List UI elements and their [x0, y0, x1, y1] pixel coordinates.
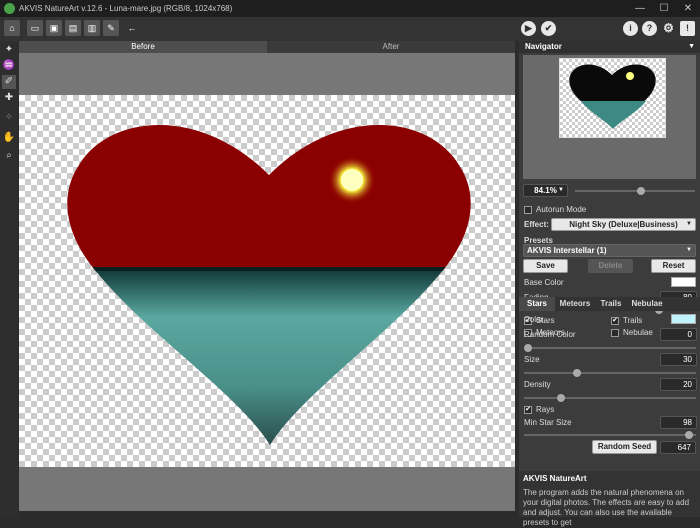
- random-color-label: Random Color: [524, 330, 576, 339]
- rays-label: Rays: [536, 405, 555, 414]
- image-canvas[interactable]: [19, 95, 515, 467]
- tab-meteors[interactable]: Meteors: [555, 297, 595, 311]
- minimize-button[interactable]: —: [628, 0, 652, 17]
- print-icon[interactable]: ▥: [84, 20, 100, 36]
- random-color-slider-knob[interactable]: [524, 344, 532, 352]
- size-slider[interactable]: [524, 369, 696, 377]
- title-bar: AKVIS NatureArt v.12.6 - Luna-mare.jpg (…: [0, 0, 700, 17]
- star-color-swatch[interactable]: [671, 314, 696, 324]
- save-preset-button[interactable]: Save: [523, 259, 568, 273]
- min-star-size-slider[interactable]: [524, 431, 696, 439]
- view-tabs: Before After: [19, 41, 515, 53]
- rays-checkbox[interactable]: ✔: [524, 406, 532, 414]
- notifications-icon[interactable]: !: [680, 21, 695, 36]
- info-text: The program adds the natural phenomena o…: [523, 488, 690, 527]
- info-panel: AKVIS NatureArt The program adds the nat…: [519, 471, 700, 527]
- close-button[interactable]: ✕: [676, 0, 700, 17]
- random-color-value[interactable]: 0: [660, 328, 697, 341]
- min-star-size-slider-knob[interactable]: [684, 431, 693, 439]
- tab-trails[interactable]: Trails: [595, 297, 627, 311]
- share-icon[interactable]: ✎: [103, 20, 119, 36]
- window-title: AKVIS NatureArt v.12.6 - Luna-mare.jpg (…: [19, 4, 233, 13]
- size-label: Size: [524, 355, 540, 364]
- autorun-label: Autorun Mode: [536, 205, 587, 214]
- info-title: AKVIS NatureArt: [523, 474, 587, 483]
- open-batch-icon[interactable]: ▣: [46, 20, 62, 36]
- maximize-button[interactable]: ☐: [652, 0, 676, 17]
- presets-dropdown[interactable]: AKVIS Interstellar (1) ▼: [523, 244, 696, 257]
- zoom-icon[interactable]: ⌕: [2, 149, 16, 163]
- tab-stars[interactable]: Stars: [519, 297, 555, 311]
- random-color-slider[interactable]: [524, 344, 696, 352]
- navigator-thumbnail[interactable]: [559, 58, 666, 138]
- zoom-slider[interactable]: [575, 187, 695, 195]
- sky-area: [67, 125, 471, 270]
- history-brush-icon[interactable]: ✧: [2, 111, 16, 125]
- density-label: Density: [524, 380, 551, 389]
- base-color-swatch[interactable]: [671, 277, 696, 287]
- effect-subtabs: Stars Meteors Trails Nebulae: [519, 297, 700, 311]
- settings-gear-icon[interactable]: ⚙: [661, 21, 676, 36]
- reset-preset-button[interactable]: Reset: [651, 259, 696, 273]
- density-slider-knob[interactable]: [556, 394, 565, 402]
- tab-before[interactable]: Before: [19, 41, 267, 53]
- zoom-slider-knob[interactable]: [636, 187, 645, 195]
- base-color-label: Base Color: [524, 278, 564, 287]
- moon: [341, 169, 363, 191]
- hand-icon[interactable]: ✋: [2, 131, 16, 145]
- info-icon[interactable]: i: [623, 21, 638, 36]
- save-file-icon[interactable]: ▤: [65, 20, 81, 36]
- app-logo-icon: [4, 3, 15, 14]
- settings-panel: Navigator ▼ 84.1% ▼ Autorun Mode Effect: N…: [519, 41, 700, 527]
- random-seed-value[interactable]: 647: [660, 441, 696, 454]
- size-slider-knob[interactable]: [573, 369, 582, 377]
- min-star-size-value[interactable]: 98: [660, 416, 697, 429]
- main-toolbar: ⌂ ▭ ▣ ▤ ▥ ✎ ← ▶ ✔ i ? ⚙ !: [0, 17, 700, 41]
- density-slider[interactable]: [524, 394, 696, 402]
- trails-label: Trails: [623, 316, 643, 325]
- tools-panel: ✦ ♒ ✐ ✚ ✧ ✋ ⌕: [0, 41, 18, 517]
- home-icon[interactable]: ⌂: [4, 20, 20, 36]
- back-arrow-icon[interactable]: ←: [124, 20, 140, 36]
- apply-icon[interactable]: ✔: [541, 21, 556, 36]
- autorun-checkbox[interactable]: [524, 206, 532, 214]
- random-seed-button[interactable]: Random Seed: [592, 440, 657, 454]
- heart-image: [67, 125, 471, 445]
- nebulae-label: Nebulae: [623, 328, 653, 337]
- help-icon[interactable]: ?: [642, 21, 657, 36]
- crop-icon[interactable]: ✚: [2, 91, 16, 105]
- effect-label: Effect:: [524, 220, 549, 229]
- eraser-icon[interactable]: ✐: [2, 75, 16, 89]
- delete-preset-button[interactable]: Delete: [588, 259, 633, 273]
- collapse-icon[interactable]: ▼: [688, 41, 695, 53]
- min-star-size-label: Min Star Size: [524, 418, 572, 427]
- tab-nebulae[interactable]: Nebulae: [627, 297, 667, 311]
- tab-after[interactable]: After: [267, 41, 515, 53]
- effect-dropdown[interactable]: Night Sky (Deluxe|Business) ▼: [551, 218, 696, 231]
- open-file-icon[interactable]: ▭: [27, 20, 43, 36]
- trails-checkbox[interactable]: ✔: [611, 317, 619, 325]
- navigator-header: Navigator ▼: [519, 41, 700, 53]
- zoom-dropdown[interactable]: 84.1% ▼: [523, 184, 568, 197]
- color-label: Color: [524, 315, 544, 324]
- run-icon[interactable]: ▶: [521, 21, 536, 36]
- density-value[interactable]: 20: [660, 378, 697, 391]
- sea-area: [67, 267, 471, 445]
- nebulae-checkbox[interactable]: [611, 329, 619, 337]
- magic-brush-icon[interactable]: ✦: [2, 43, 16, 57]
- size-value[interactable]: 30: [660, 353, 697, 366]
- navigator-preview[interactable]: [523, 55, 696, 179]
- sky-brush-icon[interactable]: ♒: [2, 59, 16, 73]
